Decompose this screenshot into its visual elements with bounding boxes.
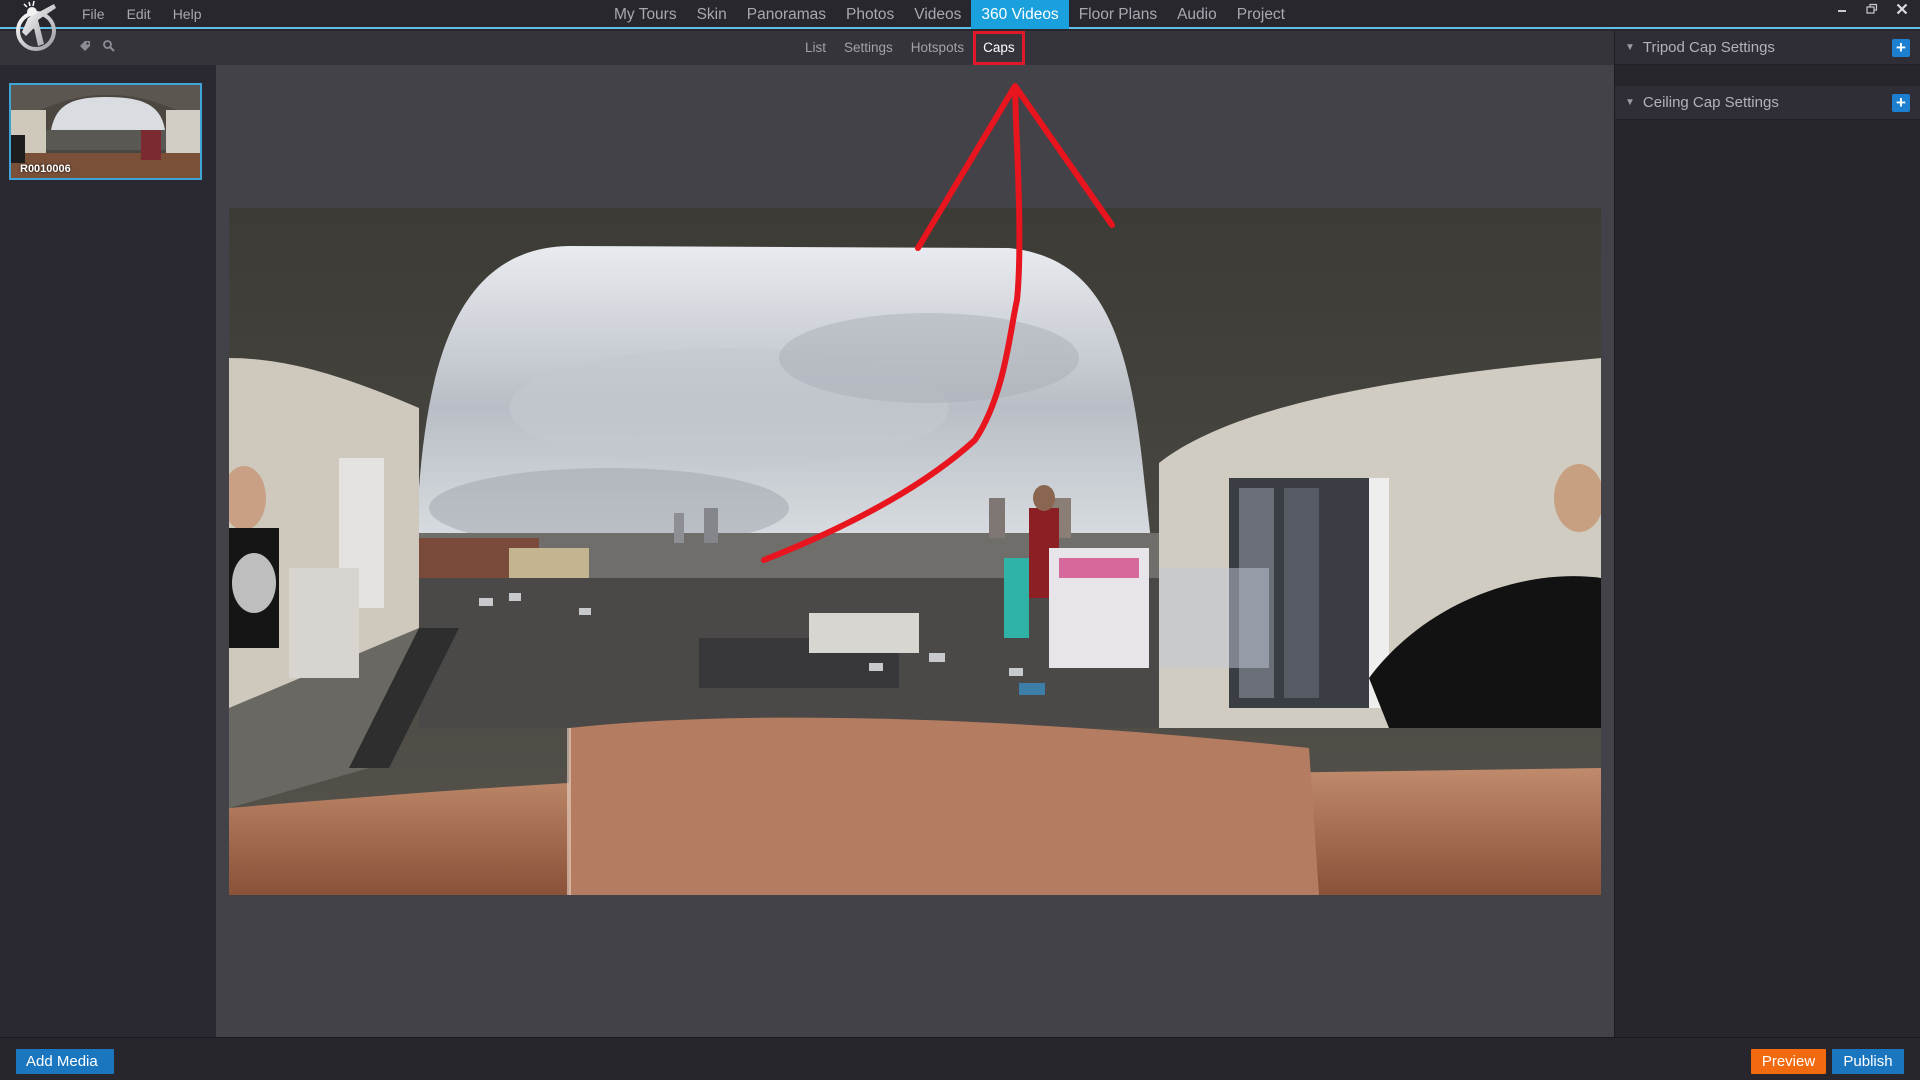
tab-panoramas[interactable]: Panoramas — [737, 0, 836, 29]
app-logo — [14, 0, 60, 60]
minimize-icon[interactable] — [1834, 2, 1850, 18]
sub-toolbar: List Settings Hotspots Caps — [0, 31, 1614, 65]
section-title: Tripod Cap Settings — [1642, 39, 1775, 56]
menu-file[interactable]: File — [82, 0, 116, 28]
caps-settings-panel: ▼ Tripod Cap Settings + ▼ Ceiling Cap Se… — [1614, 31, 1920, 1037]
tag-icon[interactable] — [78, 39, 92, 58]
app-window: File Edit Help My Tours Skin Panoramas P… — [0, 0, 1920, 1080]
close-icon[interactable] — [1894, 2, 1910, 18]
bottom-bar: Add Media Preview Publish — [0, 1037, 1920, 1080]
media-list-panel: R0010006 — [0, 65, 216, 1037]
section-title: Ceiling Cap Settings — [1642, 94, 1779, 111]
media-thumbnail[interactable]: R0010006 — [9, 83, 202, 180]
tab-floor-plans[interactable]: Floor Plans — [1069, 0, 1167, 29]
nav-tabs: My Tours Skin Panoramas Photos Videos 36… — [604, 0, 1295, 29]
collapse-caret-icon[interactable]: ▼ — [1625, 97, 1635, 108]
main-menu: File Edit Help — [82, 0, 212, 28]
panorama-preview[interactable] — [229, 208, 1601, 895]
tab-360-videos[interactable]: 360 Videos — [971, 0, 1069, 29]
subtab-list[interactable]: List — [796, 31, 835, 65]
menu-help[interactable]: Help — [162, 0, 213, 28]
menubar: File Edit Help My Tours Skin Panoramas P… — [0, 0, 1920, 29]
panorama-image — [229, 208, 1601, 895]
menu-edit[interactable]: Edit — [116, 0, 162, 28]
tab-photos[interactable]: Photos — [836, 0, 904, 29]
restore-icon[interactable] — [1864, 2, 1880, 18]
publish-button[interactable]: Publish — [1832, 1049, 1904, 1074]
tab-my-tours[interactable]: My Tours — [604, 0, 687, 29]
sub-tabs: List Settings Hotspots Caps — [796, 31, 1025, 65]
add-media-button[interactable]: Add Media — [16, 1049, 114, 1074]
tab-audio[interactable]: Audio — [1167, 0, 1227, 29]
tab-project[interactable]: Project — [1227, 0, 1295, 29]
tab-skin[interactable]: Skin — [687, 0, 737, 29]
preview-canvas — [216, 65, 1614, 1037]
preview-button[interactable]: Preview — [1751, 1049, 1826, 1074]
subtab-hotspots[interactable]: Hotspots — [902, 31, 973, 65]
subtab-settings[interactable]: Settings — [835, 31, 902, 65]
tripod-cap-settings-header[interactable]: ▼ Tripod Cap Settings + — [1615, 31, 1920, 65]
left-tools — [78, 39, 116, 58]
tab-videos[interactable]: Videos — [904, 0, 971, 29]
ceiling-cap-settings-header[interactable]: ▼ Ceiling Cap Settings + — [1615, 86, 1920, 120]
add-ceiling-cap-button[interactable]: + — [1892, 94, 1910, 112]
subtab-caps[interactable]: Caps — [973, 31, 1025, 65]
search-icon[interactable] — [102, 39, 116, 58]
collapse-caret-icon[interactable]: ▼ — [1625, 42, 1635, 53]
media-label: R0010006 — [20, 163, 71, 175]
add-tripod-cap-button[interactable]: + — [1892, 39, 1910, 57]
window-controls — [1834, 0, 1910, 20]
